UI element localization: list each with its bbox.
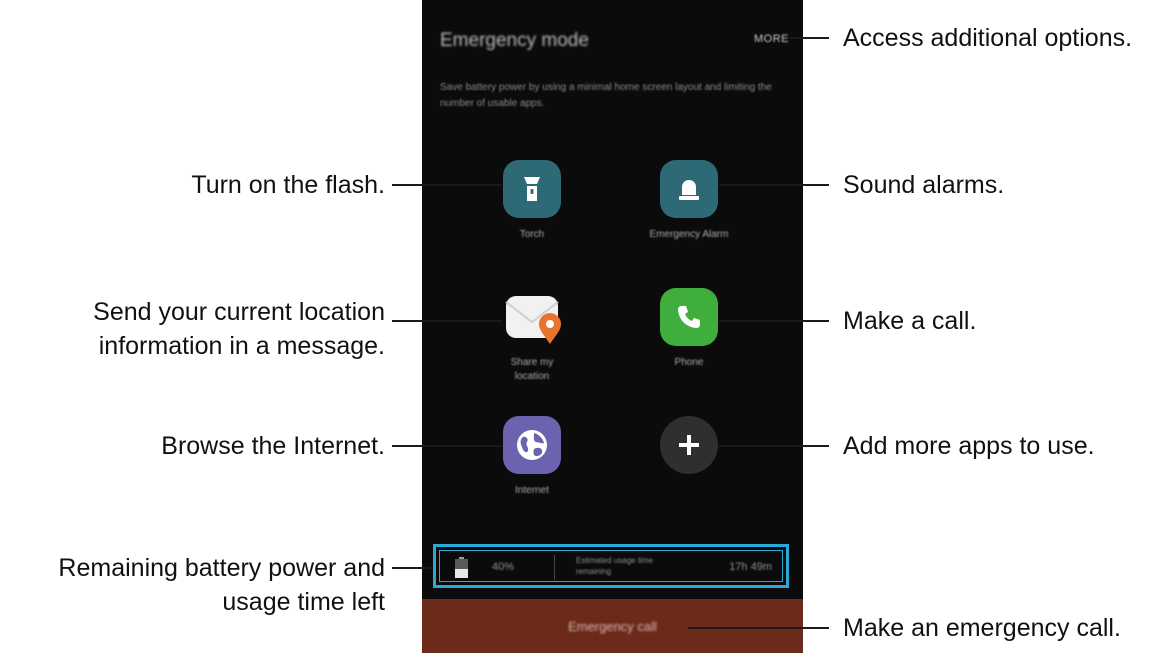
- battery-divider: [554, 555, 555, 580]
- app-phone[interactable]: Phone: [629, 288, 749, 370]
- phone-handset-icon: [660, 288, 718, 346]
- app-emergency-alarm[interactable]: Emergency Alarm: [629, 160, 749, 242]
- usage-time-value: 17h 49m: [729, 561, 772, 573]
- emergency-call-button[interactable]: Emergency call: [422, 599, 803, 653]
- mode-description: Save battery power by using a minimal ho…: [440, 82, 772, 109]
- callout-more: Access additional options.: [843, 24, 1133, 52]
- leader-line-call: [719, 320, 829, 322]
- callout-location-1: Send your current location: [93, 298, 385, 326]
- emergency-mode-screen: Emergency mode MORE Save battery power b…: [422, 0, 803, 653]
- leader-line-internet: [392, 445, 502, 447]
- leader-line-add: [719, 445, 829, 447]
- callout-location-2: information in a message.: [98, 332, 385, 360]
- envelope-location-icon: [503, 288, 561, 346]
- globe-icon: [503, 416, 561, 474]
- leader-line-more: [789, 37, 829, 39]
- callout-battery-1: Remaining battery power and: [58, 554, 385, 582]
- battery-icon: [455, 557, 468, 578]
- app-internet[interactable]: Internet: [472, 416, 592, 498]
- callout-add: Add more apps to use.: [843, 432, 1095, 460]
- plus-icon: [660, 416, 718, 474]
- leader-line-location: [392, 320, 502, 322]
- battery-status-bar: 40% Estimated usage time remaining 17h 4…: [433, 544, 789, 588]
- app-torch[interactable]: Torch: [472, 160, 592, 242]
- callout-emergency: Make an emergency call.: [843, 614, 1121, 642]
- leader-line-flash: [392, 184, 502, 186]
- leader-line-emergency: [688, 627, 829, 629]
- siren-icon: [660, 160, 718, 218]
- app-share-location[interactable]: Share my location: [472, 288, 592, 384]
- more-button[interactable]: MORE: [754, 33, 789, 45]
- flashlight-icon: [503, 160, 561, 218]
- screen-title: Emergency mode: [440, 30, 589, 51]
- app-label-phone: Phone: [674, 357, 704, 368]
- app-label-share: Share my location: [510, 357, 554, 382]
- app-label-torch: Torch: [519, 229, 545, 240]
- app-label-internet: Internet: [515, 485, 549, 496]
- callout-internet: Browse the Internet.: [161, 432, 385, 460]
- leader-line-battery: [392, 567, 433, 569]
- callout-call: Make a call.: [843, 307, 977, 335]
- leader-line-alarm: [719, 184, 829, 186]
- callout-battery-2: usage time left: [222, 588, 385, 616]
- app-label-alarm: Emergency Alarm: [649, 229, 729, 240]
- battery-percent: 40%: [492, 561, 515, 573]
- callout-alarm: Sound alarms.: [843, 171, 1005, 199]
- usage-time-label: Estimated usage time remaining: [576, 556, 653, 576]
- emergency-call-label: Emergency call: [568, 618, 657, 634]
- callout-flash: Turn on the flash.: [191, 171, 385, 199]
